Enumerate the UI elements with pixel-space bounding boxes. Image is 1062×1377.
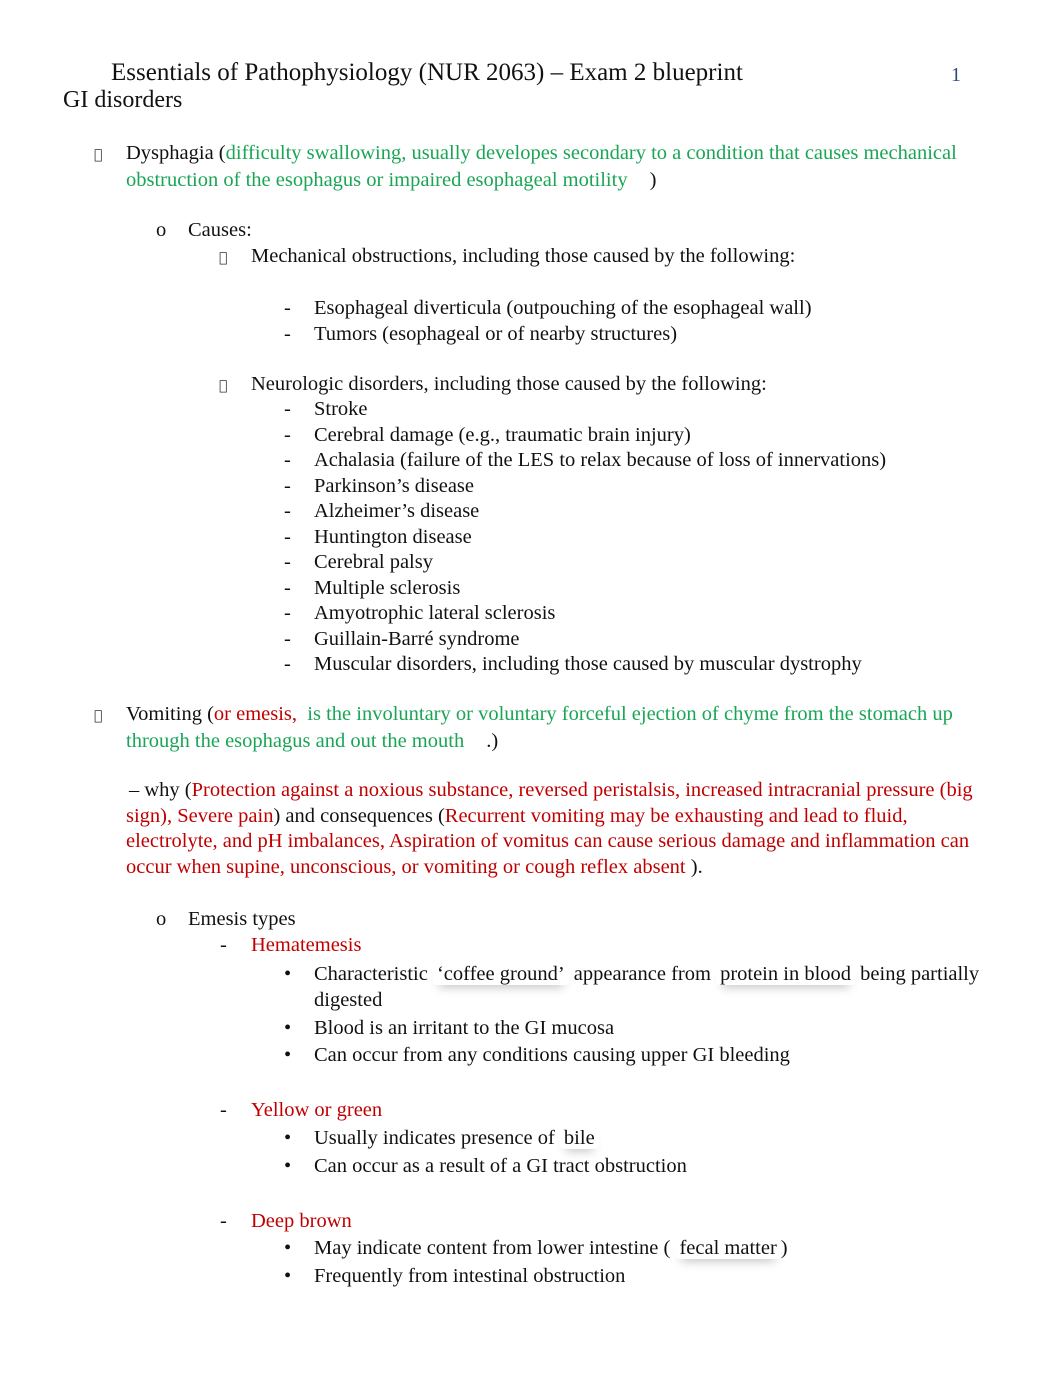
emesis-type-name: Hematemesis <box>251 934 362 956</box>
bullet-icon:  <box>219 245 227 271</box>
neurologic-label: Neurologic disorders, including those ca… <box>251 373 767 395</box>
vomiting-alt: or emesis, <box>213 703 298 725</box>
list-item: Esophageal diverticula (outpouching of t… <box>314 297 812 319</box>
causes-label: Causes: <box>188 219 252 241</box>
point-text: being partially <box>855 963 980 985</box>
highlighted-term: ‘coffee ground’ <box>433 963 569 985</box>
document-title: Essentials of Pathophysiology (NUR 2063)… <box>111 59 743 86</box>
list-item: Stroke <box>314 398 368 420</box>
dash-marker: - <box>284 576 291 599</box>
list-item: Guillain-Barré syndrome <box>314 627 520 650</box>
dash-marker: - <box>284 449 291 471</box>
dysphagia-definition: difficulty swallowing, usually developes… <box>225 142 957 164</box>
bullet-icon:  <box>94 142 102 168</box>
vomiting-definition: is the involuntary or voluntary forceful… <box>307 703 953 725</box>
emesis-point: Frequently from intestinal obstruction <box>314 1265 626 1287</box>
dash-marker: - <box>284 500 291 522</box>
bullet-dot: • <box>284 963 292 985</box>
dysphagia-line-1: Dysphagia (difficulty swallowing, usuall… <box>126 140 957 166</box>
bullet-dot: • <box>284 1017 292 1039</box>
dash-marker: - <box>284 423 291 446</box>
vomiting-definition-cont: through the esophagus and out the mouth <box>126 730 465 752</box>
list-item: Tumors (esophageal or of nearby structur… <box>314 322 678 345</box>
bullet-dot: • <box>284 1155 292 1177</box>
dash-marker: - <box>284 602 291 624</box>
emesis-point: Characteristic ‘coffee ground’ appearanc… <box>314 961 979 987</box>
section-heading: GI disorders <box>63 87 183 113</box>
emesis-point: Can occur as a result of a GI tract obst… <box>314 1155 687 1177</box>
dash-marker: - <box>284 398 291 420</box>
consequences-prefix: ) and consequences ( <box>273 804 445 827</box>
dysphagia-term: Dysphagia ( <box>126 142 226 164</box>
list-item: Alzheimer’s disease <box>314 500 480 522</box>
emesis-type-name: Deep brown <box>251 1210 352 1232</box>
point-text: Usually indicates presence of <box>314 1127 560 1149</box>
highlighted-term: bile <box>560 1127 599 1149</box>
list-item: Huntington disease <box>314 525 472 548</box>
point-text: May indicate content from lower intestin… <box>314 1237 676 1259</box>
types-marker: o <box>156 908 167 930</box>
paragraph-end: ). <box>685 855 703 878</box>
list-item: Muscular disorders, including those caus… <box>314 653 862 675</box>
dash-marker: - <box>284 474 291 497</box>
why-consequences-paragraph: – why (Protection against a noxious subs… <box>126 778 996 880</box>
dash-marker: - <box>284 525 291 548</box>
dash-marker: - <box>220 1099 227 1121</box>
list-item: Cerebral damage (e.g., traumatic brain i… <box>314 423 691 446</box>
emesis-point: Blood is an irritant to the GI mucosa <box>314 1017 615 1039</box>
page-number: 1 <box>951 64 961 86</box>
dysphagia-definition-cont: obstruction of the esophagus or impaired… <box>126 169 628 191</box>
causes-marker: o <box>156 219 167 241</box>
vomiting-term: Vomiting ( <box>126 703 214 725</box>
types-label: Emesis types <box>188 908 296 930</box>
vomiting-line-2: through the esophagus and out the mouth.… <box>126 728 498 754</box>
vomiting-line-1: Vomiting (or emesis, is the involuntary … <box>126 701 953 727</box>
point-text: ) <box>780 1237 788 1259</box>
highlighted-term: fecal matter <box>675 1237 780 1259</box>
bullet-dot: • <box>284 1127 292 1149</box>
dash-marker: - <box>220 1210 227 1232</box>
list-item: Amyotrophic lateral sclerosis <box>314 602 556 624</box>
bullet-icon:  <box>219 373 227 399</box>
point-text: appearance from <box>568 963 717 985</box>
why-prefix: – why ( <box>129 779 192 801</box>
dysphagia-close: ) <box>649 169 657 191</box>
dash-marker: - <box>284 653 291 675</box>
emesis-point: digested <box>314 989 383 1011</box>
emesis-type-name: Yellow or green <box>251 1099 383 1121</box>
vomiting-close: .) <box>486 730 499 752</box>
dash-marker: - <box>284 322 291 345</box>
bullet-dot: • <box>284 1044 292 1066</box>
emesis-point: Can occur from any conditions causing up… <box>314 1044 790 1066</box>
list-item: Parkinson’s disease <box>314 474 474 497</box>
list-item: Multiple sclerosis <box>314 576 461 599</box>
emesis-point: May indicate content from lower intestin… <box>314 1235 788 1261</box>
dash-marker: - <box>284 297 291 319</box>
list-item: Achalasia (failure of the LES to relax b… <box>314 449 887 471</box>
dash-marker: - <box>284 627 291 650</box>
highlighted-term: protein in blood <box>716 963 855 985</box>
bullet-dot: • <box>284 1265 292 1287</box>
point-text: Characteristic <box>314 963 433 985</box>
bullet-dot: • <box>284 1237 292 1259</box>
list-item: Cerebral palsy <box>314 551 433 573</box>
mechanical-label: Mechanical obstructions, including those… <box>251 245 796 267</box>
bullet-icon:  <box>94 703 102 729</box>
dash-marker: - <box>284 551 291 573</box>
dysphagia-line-2: obstruction of the esophagus or impaired… <box>126 167 656 193</box>
emesis-point: Usually indicates presence of bile <box>314 1125 599 1151</box>
dash-marker: - <box>220 934 227 956</box>
